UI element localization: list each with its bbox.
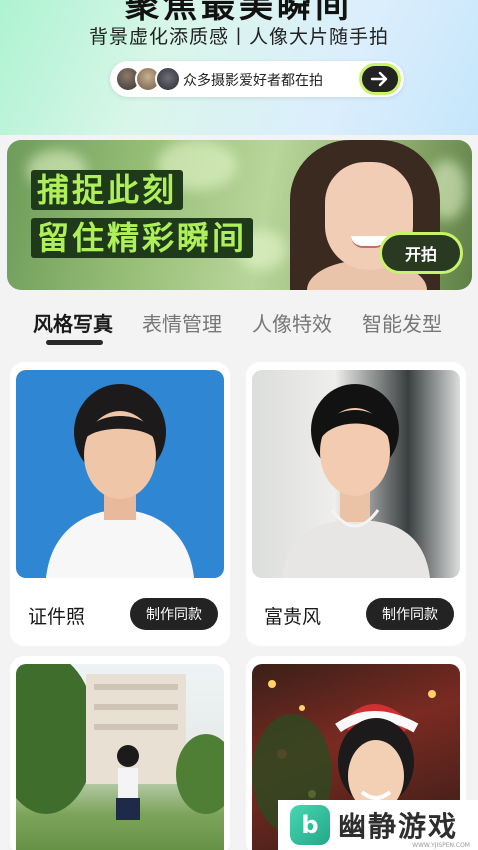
promo-banner[interactable]: 捕捉此刻 留住精彩瞬间 开拍 bbox=[7, 140, 472, 290]
template-card-campus[interactable] bbox=[10, 656, 230, 850]
card-title: 富贵风 bbox=[264, 606, 322, 628]
template-photo bbox=[252, 370, 460, 578]
watermark-url: WWW.YJISPEN.COM bbox=[412, 842, 470, 849]
make-same-button[interactable]: 制作同款 bbox=[130, 598, 218, 630]
template-card-id-photo[interactable]: 证件照 制作同款 bbox=[10, 362, 230, 646]
make-same-button[interactable]: 制作同款 bbox=[366, 598, 454, 630]
banner-headline-2: 留住精彩瞬间 bbox=[31, 218, 254, 258]
community-pill[interactable]: 众多摄影爱好者都在拍 bbox=[110, 61, 404, 97]
tab-portrait-effects[interactable]: 人像特效 bbox=[252, 308, 332, 337]
active-tab-indicator bbox=[46, 340, 103, 345]
tab-smart-hairstyle[interactable]: 智能发型 bbox=[362, 308, 442, 337]
watermark-brand: 幽静游戏 bbox=[338, 810, 459, 843]
brand-logo-icon: b bbox=[290, 805, 330, 845]
avatar-stack bbox=[115, 66, 185, 92]
avatar bbox=[155, 66, 181, 92]
community-text: 众多摄影爱好者都在拍 bbox=[183, 73, 323, 89]
start-shoot-button[interactable]: 开拍 bbox=[379, 232, 463, 274]
hero-header: 聚焦最美瞬间 背景虚化添质感丨人像大片随手拍 众多摄影爱好者都在拍 bbox=[0, 0, 478, 135]
template-photo bbox=[16, 664, 224, 850]
tab-expression[interactable]: 表情管理 bbox=[142, 308, 222, 337]
arrow-right-icon bbox=[370, 71, 388, 87]
banner-headline-1: 捕捉此刻 bbox=[31, 170, 184, 210]
hero-subtitle: 背景虚化添质感丨人像大片随手拍 bbox=[88, 26, 389, 48]
card-title: 证件照 bbox=[28, 606, 86, 628]
template-card-luxury[interactable]: 富贵风 制作同款 bbox=[246, 362, 466, 646]
category-tabs: 风格写真 表情管理 人像特效 智能发型 bbox=[0, 300, 478, 352]
template-photo bbox=[16, 370, 224, 578]
site-watermark: b 幽静游戏 WWW.YJISPEN.COM bbox=[278, 800, 478, 850]
tab-style-portrait[interactable]: 风格写真 bbox=[33, 308, 113, 337]
arrow-button[interactable] bbox=[359, 63, 401, 95]
